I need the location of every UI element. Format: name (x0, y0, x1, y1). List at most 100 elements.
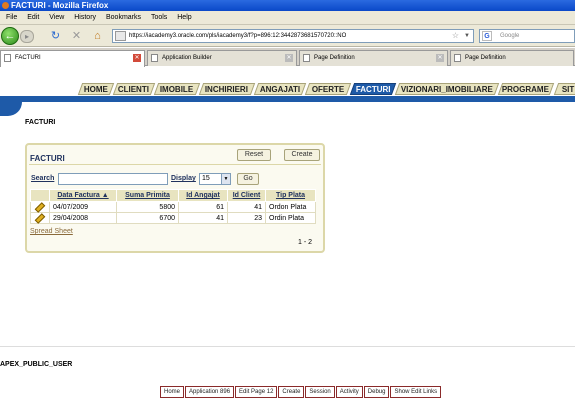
browser-tab-page-definition[interactable]: Page Definition ✕ (299, 50, 448, 66)
search-placeholder: Google (500, 33, 520, 39)
column-header-tip-plata[interactable]: Tip Plata (265, 189, 316, 202)
edit-column-header (30, 189, 50, 202)
tab-home[interactable]: HOME (77, 83, 115, 95)
report-table: Data Factura ▲ Suma Primita Id Angajat I… (30, 189, 316, 224)
stop-icon[interactable]: ✕ (70, 30, 83, 43)
close-tab-icon[interactable]: ✕ (133, 54, 141, 62)
close-tab-icon[interactable]: ✕ (436, 54, 444, 62)
browser-tab-strip: FACTURI ✕ Application Builder ✕ Page Def… (0, 48, 575, 67)
browser-tab-label: Application Builder (162, 55, 212, 61)
browser-tab-label: Page Definition (314, 55, 355, 61)
dev-session-link[interactable]: Session (305, 386, 335, 398)
search-input[interactable] (58, 173, 168, 185)
tab-inchirieri[interactable]: INCHIRIERI (198, 83, 256, 95)
url-text: https://iacademy3.oracle.com/pls/iacadem… (129, 33, 347, 39)
page-icon (4, 54, 11, 62)
url-dropdown-icon[interactable]: ▼ (464, 30, 470, 42)
tab-facturi[interactable]: FACTURI (349, 83, 397, 95)
menu-history[interactable]: History (74, 14, 96, 21)
edit-cell[interactable] (30, 212, 50, 224)
report-region: FACTURI Reset Create Search Display 15 ▼… (25, 143, 325, 253)
column-header-id-client[interactable]: Id Client (227, 189, 266, 202)
region-divider (29, 164, 321, 165)
column-header-suma-primita[interactable]: Suma Primita (116, 189, 179, 202)
menu-tools[interactable]: Tools (151, 14, 167, 21)
create-button[interactable]: Create (284, 149, 320, 161)
browser-tab-application-builder[interactable]: Application Builder ✕ (147, 50, 297, 66)
current-user: APEX_PUBLIC_USER (0, 361, 73, 368)
home-icon[interactable]: ⌂ (91, 30, 104, 43)
navigation-toolbar: ← ▸ ↻ ✕ ⌂ https://iacademy3.oracle.com/p… (0, 25, 575, 47)
footer-divider (0, 346, 575, 347)
edit-cell[interactable] (30, 201, 50, 213)
tab-clienti[interactable]: CLIENTI (112, 83, 156, 95)
display-label[interactable]: Display (171, 175, 196, 182)
google-icon[interactable]: G (482, 31, 492, 41)
search-label[interactable]: Search (31, 175, 54, 182)
table-cell: Ordin Plata (265, 212, 316, 224)
reset-button[interactable]: Reset (237, 149, 271, 161)
table-cell: 29/04/2008 (49, 212, 117, 224)
firefox-icon (2, 2, 9, 9)
table-cell: 04/07/2009 (49, 201, 117, 213)
menu-help[interactable]: Help (177, 14, 191, 21)
menu-file[interactable]: File (6, 14, 17, 21)
table-cell: 6700 (116, 212, 179, 224)
page-icon (151, 54, 158, 62)
table-row: 29/04/2008 6700 41 23 Ordin Plata (30, 212, 316, 224)
table-cell: 41 (227, 201, 266, 213)
table-cell: 61 (178, 201, 228, 213)
browser-tab-facturi[interactable]: FACTURI ✕ (0, 50, 145, 67)
tab-sit[interactable]: SIT (553, 83, 575, 95)
display-select[interactable]: 15 ▼ (199, 173, 231, 185)
menu-edit[interactable]: Edit (27, 14, 39, 21)
dev-debug-link[interactable]: Debug (363, 386, 390, 398)
chevron-down-icon[interactable]: ▼ (221, 174, 230, 184)
window-title: FACTURI - Mozilla Firefox (11, 1, 109, 10)
table-cell: Ordon Plata (265, 201, 316, 213)
window-title-bar: FACTURI - Mozilla Firefox (0, 0, 575, 11)
application-tabs: HOME CLIENTI IMOBILE INCHIRIERI ANGAJATI… (0, 80, 575, 97)
region-title: FACTURI (30, 154, 65, 163)
menu-bookmarks[interactable]: Bookmarks (106, 14, 141, 21)
menu-bar: File Edit View History Bookmarks Tools H… (0, 11, 575, 25)
tab-angajati[interactable]: ANGAJATI (253, 83, 307, 95)
dev-create-link[interactable]: Create (278, 386, 305, 398)
dev-edit-page-link[interactable]: Edit Page 12 (235, 386, 278, 398)
reload-icon[interactable]: ↻ (49, 30, 62, 43)
bookmark-star-icon[interactable]: ☆ (452, 30, 459, 42)
page-icon (454, 54, 461, 62)
browser-tab-page-definition-2[interactable]: Page Definition (450, 50, 574, 66)
page-title: FACTURI (25, 119, 56, 126)
table-cell: 5800 (116, 201, 179, 213)
site-identity-icon[interactable] (115, 31, 126, 41)
developer-toolbar: Home Application 896 Edit Page 12 Create… (160, 386, 442, 398)
browser-tab-label: FACTURI (15, 55, 41, 61)
dev-application-link[interactable]: Application 896 (185, 386, 235, 398)
page-icon (303, 54, 310, 62)
back-button[interactable]: ← (1, 27, 19, 45)
dev-home-link[interactable]: Home (160, 386, 185, 398)
spreadsheet-link[interactable]: Spread Sheet (30, 228, 73, 235)
go-button[interactable]: Go (237, 173, 259, 185)
menu-view[interactable]: View (49, 14, 64, 21)
tab-oferte[interactable]: OFERTE (304, 83, 352, 95)
table-row: 04/07/2009 5800 61 41 Ordon Plata (30, 201, 316, 213)
table-header-row: Data Factura ▲ Suma Primita Id Angajat I… (30, 189, 316, 202)
edit-pencil-icon[interactable] (34, 213, 42, 221)
tab-vizionari-imobiliare[interactable]: VIZIONARI_IMOBILIARE (394, 83, 500, 95)
close-tab-icon[interactable]: ✕ (285, 54, 293, 62)
column-header-data-factura[interactable]: Data Factura ▲ (49, 189, 117, 202)
edit-pencil-icon[interactable] (34, 202, 42, 210)
search-box[interactable]: G Google (479, 29, 575, 43)
tab-programe[interactable]: PROGRAME (497, 83, 555, 95)
dev-activity-link[interactable]: Activity (335, 386, 363, 398)
column-header-id-angajat[interactable]: Id Angajat (178, 189, 228, 202)
tab-imobile[interactable]: IMOBILE (153, 83, 201, 95)
url-bar[interactable]: https://iacademy3.oracle.com/pls/iacadem… (112, 29, 474, 43)
dev-show-edit-links[interactable]: Show Edit Links (390, 386, 442, 398)
table-cell: 41 (178, 212, 228, 224)
forward-button[interactable]: ▸ (20, 30, 34, 43)
display-value: 15 (202, 175, 210, 182)
header-band (0, 96, 575, 110)
